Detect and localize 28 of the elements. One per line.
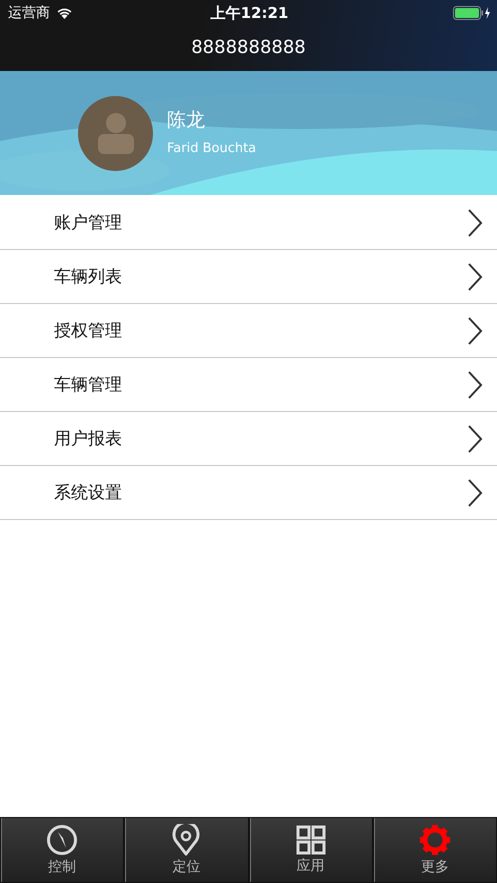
chevron-icon <box>467 316 483 344</box>
battery-icon <box>453 6 491 20</box>
menu-item[interactable]: 用户报表 <box>0 412 497 465</box>
page-title: 8888888888 <box>190 36 307 60</box>
chevron-icon <box>467 262 483 290</box>
chevron-icon <box>467 370 483 398</box>
menu-item[interactable]: 车辆列表 <box>0 250 497 303</box>
carrier-name: 运营商 <box>8 4 50 22</box>
chevron-icon <box>467 478 483 506</box>
chevron-icon <box>467 208 483 236</box>
avatar-icon <box>78 96 153 170</box>
menu-item[interactable]: 账户管理 <box>0 196 497 249</box>
user-subtitle: Farid Bouchta <box>167 140 256 156</box>
menu-item[interactable]: 授权管理 <box>0 304 497 357</box>
tab[interactable]: 控制 <box>0 817 124 883</box>
grid-icon <box>296 825 326 855</box>
user-name: 陈龙 <box>167 108 206 132</box>
wifi-icon <box>56 7 73 19</box>
status-time: 上午12:21 <box>210 4 288 22</box>
tab[interactable]: 应用 <box>248 817 373 883</box>
location-pin-icon <box>172 824 200 856</box>
chevron-icon <box>467 424 483 452</box>
compass-icon <box>46 824 78 856</box>
tab[interactable]: 定位 <box>124 817 248 883</box>
menu-item[interactable]: 系统设置 <box>0 466 497 519</box>
menu-item[interactable]: 车辆管理 <box>0 358 497 411</box>
tab[interactable]: 更多 <box>372 817 497 883</box>
settings-icon <box>418 824 451 856</box>
